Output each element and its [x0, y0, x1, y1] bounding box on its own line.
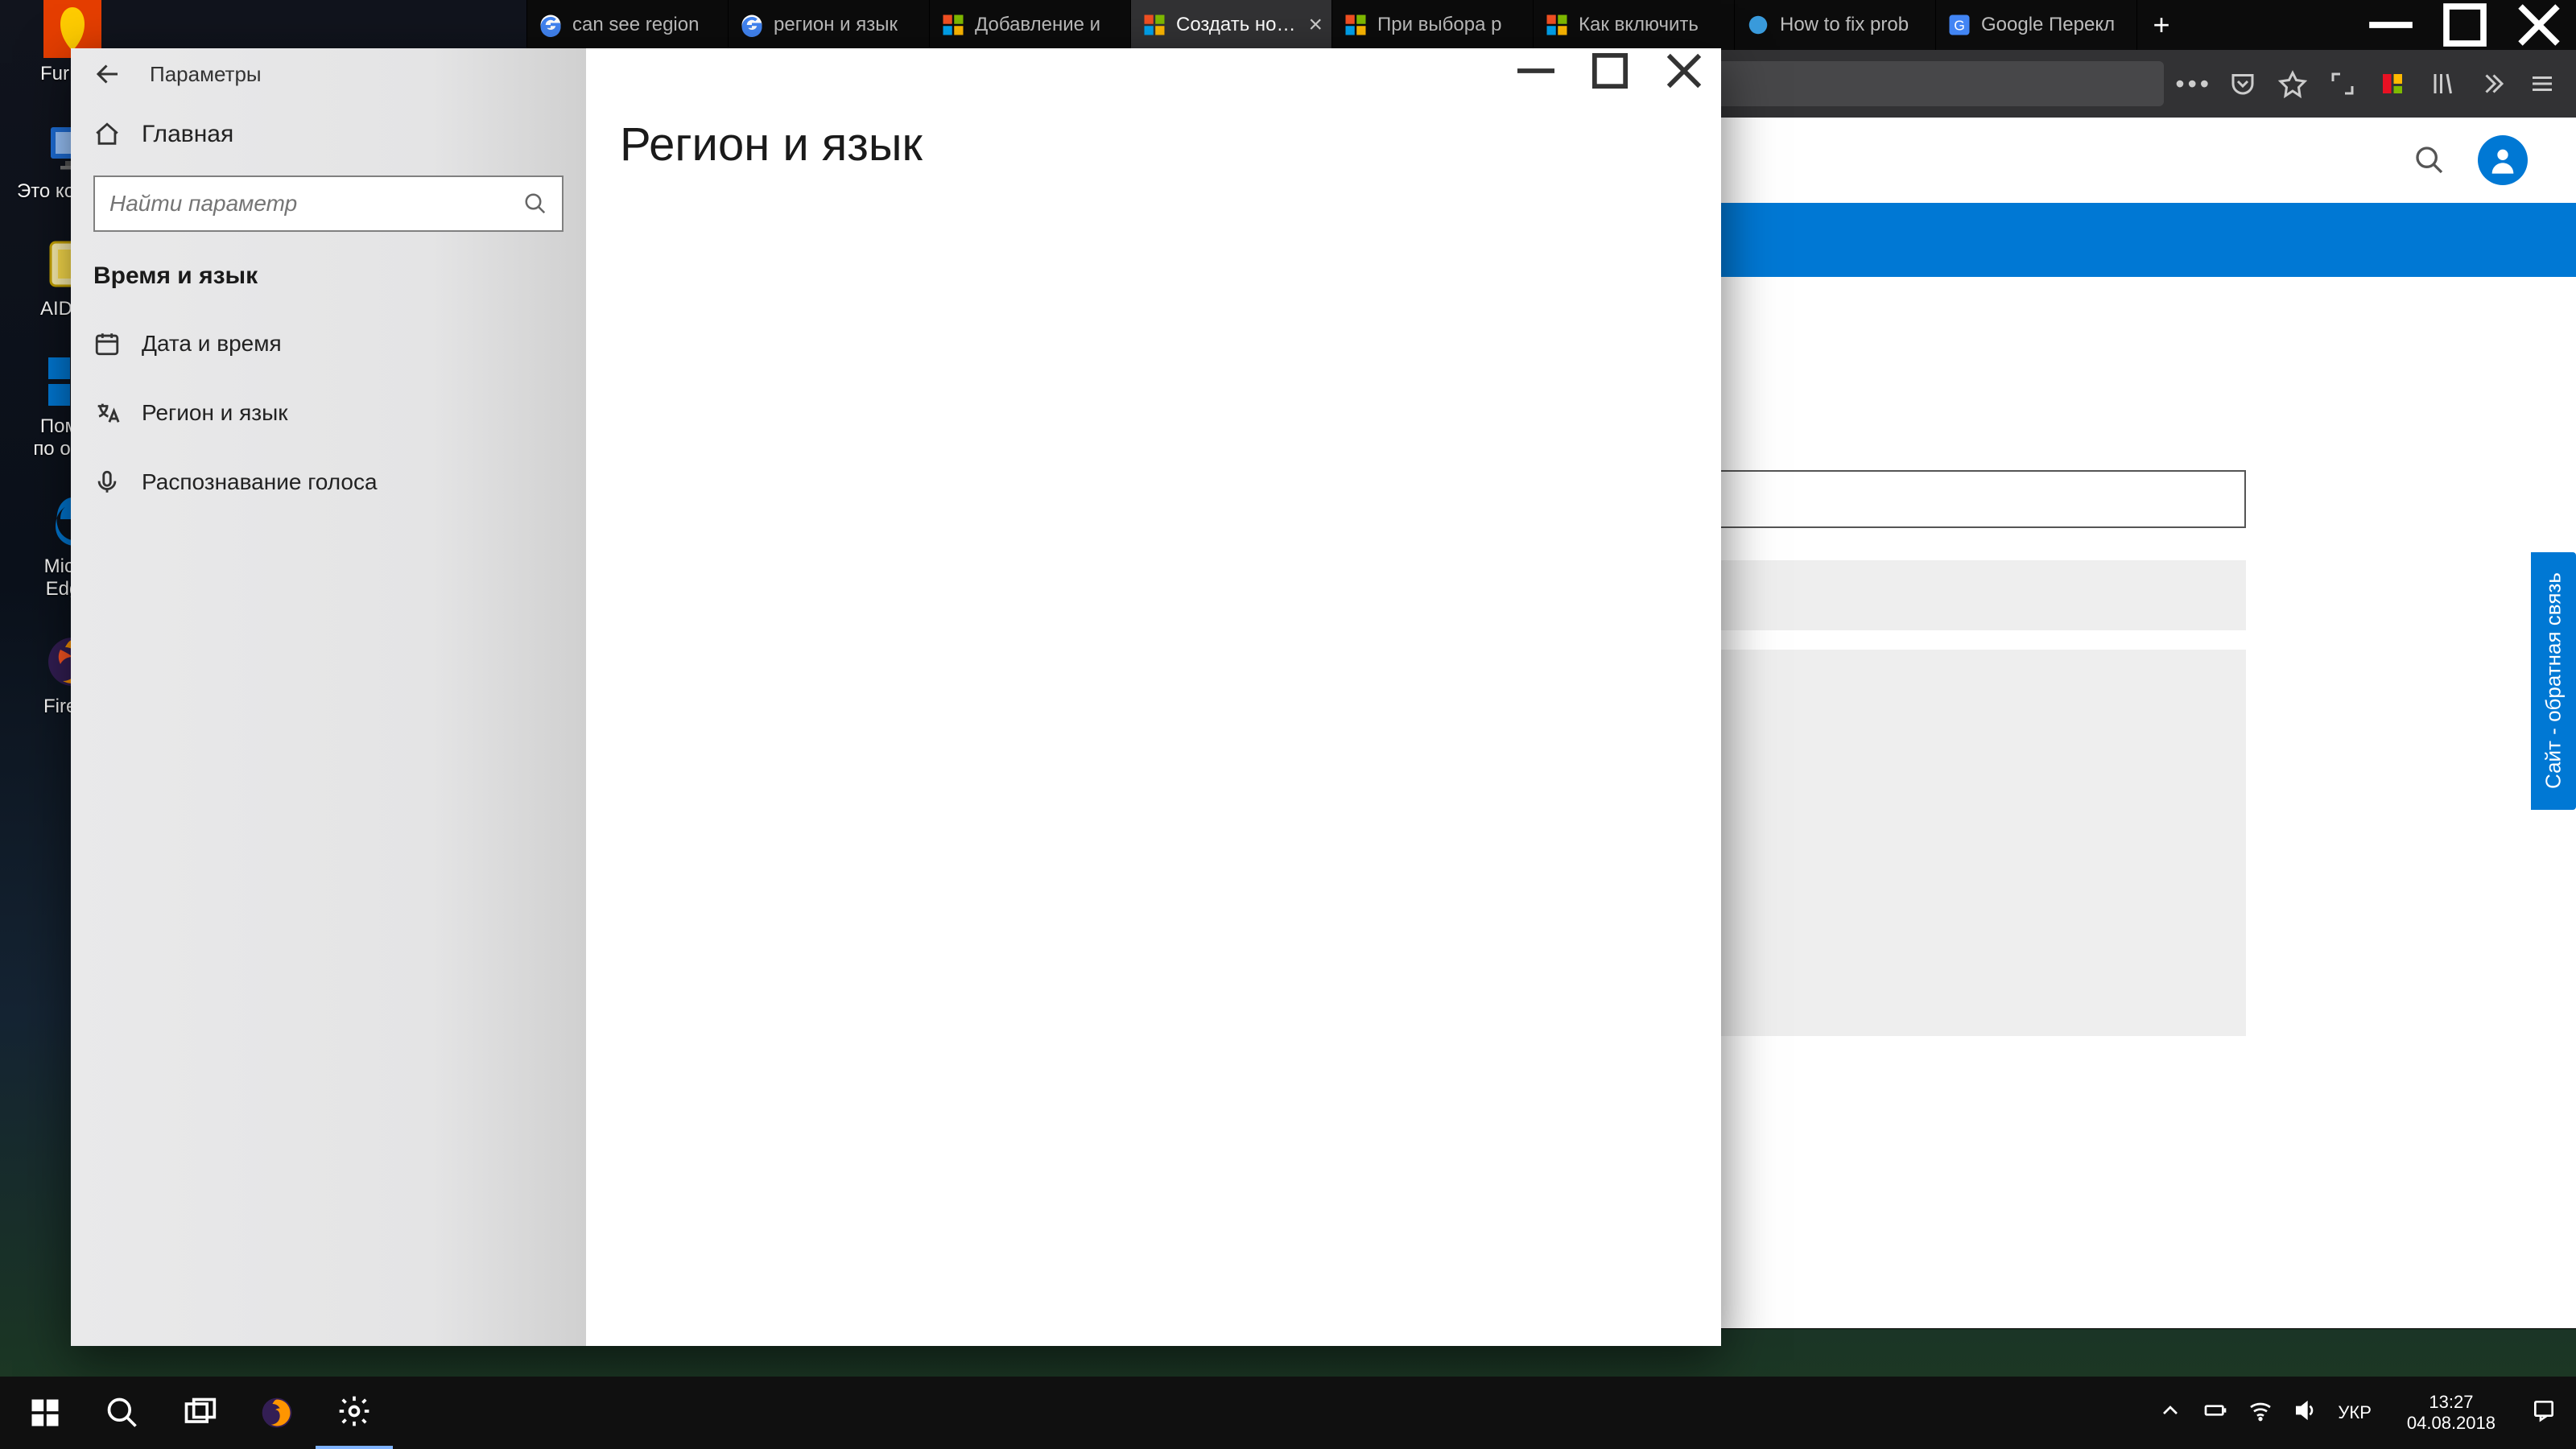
language-icon	[93, 399, 121, 427]
sidebar-item-speech[interactable]: Распознавание голоса	[71, 448, 586, 517]
tab-0[interactable]: can see region	[527, 0, 729, 50]
taskbar-search-button[interactable]	[84, 1377, 161, 1449]
tab-label: Добавление и	[975, 14, 1100, 36]
google-icon	[740, 13, 764, 37]
ms-icon	[941, 13, 965, 37]
settings-window-controls	[1499, 48, 1721, 93]
settings-close-button[interactable]	[1647, 48, 1721, 93]
library-icon[interactable]	[2423, 64, 2462, 103]
browser-minimize-button[interactable]	[2354, 0, 2428, 50]
browser-close-button[interactable]	[2502, 0, 2576, 50]
tab-7[interactable]: G Google Перекл	[1936, 0, 2137, 50]
ms-icon	[1142, 13, 1166, 37]
task-view-button[interactable]	[161, 1377, 238, 1449]
taskbar-firefox[interactable]	[238, 1377, 316, 1449]
system-tray: УКР 13:27 04.08.2018	[2157, 1392, 2570, 1435]
sidebar-item-label: Распознавание голоса	[142, 469, 378, 495]
search-icon	[523, 192, 547, 216]
pocket-icon[interactable]	[2223, 64, 2262, 103]
browser-window-controls	[2354, 0, 2576, 50]
tab-label: При выбора р	[1377, 14, 1501, 36]
action-center-icon[interactable]	[2531, 1397, 2557, 1428]
settings-maximize-button[interactable]	[1573, 48, 1647, 93]
sidebar-section-title: Время и язык	[71, 254, 586, 309]
more-icon[interactable]: •••	[2175, 69, 2212, 99]
tray-clock[interactable]: 13:27 04.08.2018	[2391, 1392, 2512, 1435]
sidebar-item-region-language[interactable]: Регион и язык	[71, 378, 586, 448]
start-button[interactable]	[6, 1377, 84, 1449]
volume-icon[interactable]	[2293, 1397, 2318, 1428]
fullscreen-icon[interactable]	[2323, 64, 2362, 103]
tray-date: 04.08.2018	[2407, 1413, 2496, 1434]
sidebar-item-date-time[interactable]: Дата и время	[71, 309, 586, 378]
overflow-icon[interactable]	[2473, 64, 2512, 103]
settings-minimize-button[interactable]	[1499, 48, 1573, 93]
tab-label: регион и язык	[774, 14, 898, 36]
tab-label: Google Перекл	[1981, 14, 2115, 36]
taskbar-settings[interactable]	[316, 1377, 393, 1449]
bookmark-star-icon[interactable]	[2273, 64, 2312, 103]
feedback-tab[interactable]: Сайт - обратная связь	[2531, 552, 2576, 810]
tab-1[interactable]: регион и язык	[729, 0, 930, 50]
settings-window-title: Параметры	[150, 62, 262, 87]
settings-sidebar: Параметры Главная Время и язык Дата и вр…	[71, 48, 586, 1346]
tab-2[interactable]: Добавление и	[930, 0, 1131, 50]
tab-6[interactable]: How to fix prob	[1735, 0, 1936, 50]
home-icon	[93, 121, 121, 148]
settings-search-input[interactable]	[109, 191, 523, 217]
tab-label: can see region	[572, 14, 699, 36]
tab-label: How to fix prob	[1780, 14, 1909, 36]
taskbar: УКР 13:27 04.08.2018	[0, 1377, 2576, 1449]
sidebar-item-label: Регион и язык	[142, 400, 287, 426]
translate-icon: G	[1947, 13, 1971, 37]
calendar-clock-icon	[93, 330, 121, 357]
user-avatar[interactable]	[2478, 135, 2528, 185]
battery-icon[interactable]	[2202, 1397, 2228, 1428]
menu-icon[interactable]	[2523, 64, 2562, 103]
microphone-icon	[93, 469, 121, 496]
back-button[interactable]	[90, 56, 126, 92]
tab-3[interactable]: Создать но… ×	[1131, 0, 1332, 50]
svg-text:G: G	[1954, 17, 1965, 33]
search-icon[interactable]	[2413, 144, 2446, 176]
wifi-icon[interactable]	[2248, 1397, 2273, 1428]
feedback-label: Сайт - обратная связь	[2541, 573, 2566, 790]
settings-content: Регион и язык	[586, 48, 1721, 1346]
settings-search[interactable]	[93, 175, 564, 232]
generic-icon	[1746, 13, 1770, 37]
sidebar-home-label: Главная	[142, 121, 233, 148]
new-tab-button[interactable]: +	[2137, 0, 2186, 50]
settings-window: Параметры Главная Время и язык Дата и вр…	[71, 48, 1721, 1346]
browser-maximize-button[interactable]	[2428, 0, 2502, 50]
ms-icon	[1344, 13, 1368, 37]
tab-close-icon[interactable]: ×	[1305, 11, 1326, 39]
tray-time: 13:27	[2407, 1392, 2496, 1413]
settings-header: Параметры	[71, 48, 586, 100]
sidebar-home[interactable]: Главная	[71, 100, 586, 169]
google-icon	[539, 13, 563, 37]
sidebar-item-label: Дата и время	[142, 331, 282, 357]
tab-label: Как включить	[1579, 14, 1699, 36]
container-icon[interactable]	[2373, 64, 2412, 103]
tray-chevron-icon[interactable]	[2157, 1397, 2183, 1428]
language-indicator[interactable]: УКР	[2338, 1402, 2371, 1423]
tab-label: Создать но…	[1176, 14, 1295, 36]
